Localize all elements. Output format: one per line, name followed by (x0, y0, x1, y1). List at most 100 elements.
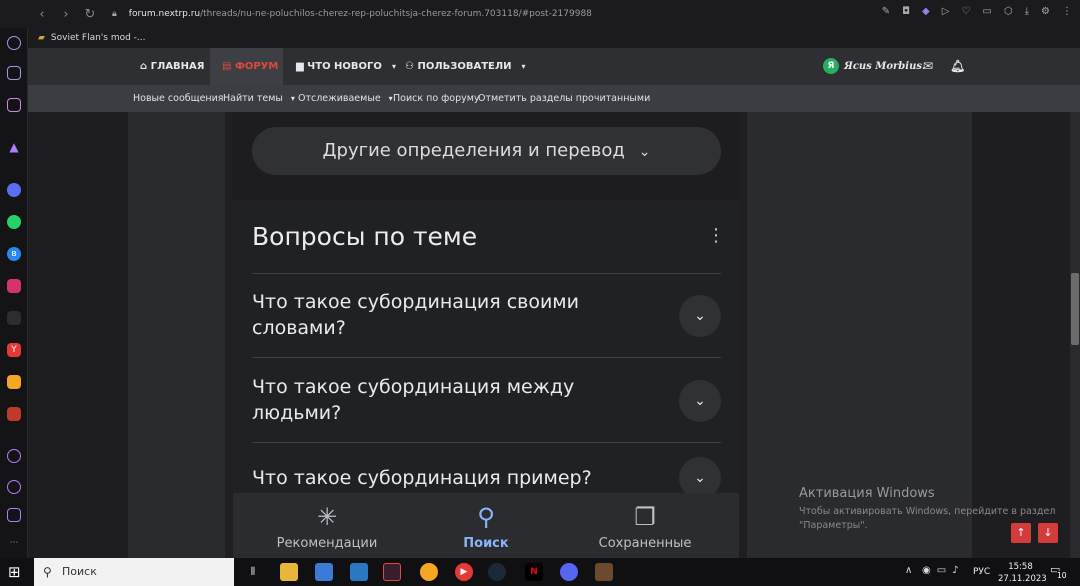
netflix-icon[interactable]: N (525, 563, 543, 581)
forum-icon: ▤ (222, 61, 235, 72)
nav-whats-new[interactable]: ▆ ЧТО НОВОГО ▾ (296, 48, 396, 85)
chevron-down-icon: ⌄ (638, 144, 651, 160)
other-definitions-button[interactable]: Другие определения и перевод ⌄ (252, 127, 721, 175)
chevron-down-icon[interactable]: ⌄ (679, 380, 721, 422)
heart-icon[interactable]: ♡ (961, 6, 970, 17)
nav-forum[interactable]: ▤ ФОРУМ (210, 48, 283, 85)
question-text: Что такое субординация между людьми? (252, 376, 575, 424)
nav-home[interactable]: ⌂ ГЛАВНАЯ (140, 48, 205, 85)
browser-app-icon[interactable] (383, 563, 401, 581)
search-icon: ⚲ (477, 503, 495, 531)
subnav-find-threads[interactable]: Найти темы ▾ (223, 85, 295, 112)
subnav-mark-read[interactable]: Отметить разделы прочитанными (478, 85, 650, 112)
camera-icon[interactable]: ◘ (902, 6, 910, 17)
users-icon: ⚇ (405, 61, 418, 72)
forum-header: ⌂ ГЛАВНАЯ ▤ ФОРУМ ▆ ЧТО НОВОГО ▾ ⚇ ПОЛЬЗО… (28, 48, 1080, 85)
chevron-down-icon: ▾ (290, 94, 295, 103)
more-icon[interactable]: ⋯ (7, 536, 21, 550)
gallery-icon[interactable] (7, 508, 21, 522)
forward-icon[interactable]: › (54, 7, 78, 22)
mail-app-icon[interactable] (350, 563, 368, 581)
speedometer-icon[interactable] (7, 36, 21, 50)
scroll-down-button[interactable]: ↓ (1038, 523, 1058, 543)
tray-chevron-icon[interactable]: ∧ (905, 565, 912, 576)
wallet-icon[interactable]: ▭ (982, 6, 991, 17)
definitions-row: Другие определения и перевод ⌄ (233, 112, 739, 200)
discord-icon[interactable] (7, 311, 21, 325)
chevron-down-icon: ▾ (521, 62, 526, 71)
home-icon: ⌂ (140, 61, 151, 72)
sidebar-rail: ▲ в Y ⋯ (0, 28, 28, 558)
store-icon[interactable] (315, 563, 333, 581)
question-text: Что такое субординация своими словами? (252, 291, 579, 339)
page-margin (28, 112, 128, 558)
nav-recommendations[interactable]: ✳ Рекомендации (243, 493, 411, 558)
scrollbar-thumb[interactable] (1071, 273, 1079, 345)
player-icon[interactable] (7, 449, 21, 463)
steam-icon[interactable] (488, 563, 506, 581)
lock-icon: 🔒︎ (112, 9, 117, 19)
play-icon[interactable]: ▷ (942, 6, 950, 17)
browser-extensions: ✎ ◘ ◆ ▷ ♡ ▭ ⬡ ⤓ ⚙ ⋮ (882, 6, 1072, 17)
messenger-icon[interactable] (7, 183, 21, 197)
nav-search[interactable]: ⚲ Поиск (402, 493, 570, 558)
bookmarks-icon: ❐ (634, 503, 656, 531)
bag-icon[interactable] (7, 66, 21, 80)
yandex-icon[interactable]: Y (7, 343, 21, 357)
url-path: /threads/nu-ne-poluchilos-cherez-rep-pol… (200, 9, 592, 19)
apps-icon[interactable] (7, 407, 21, 421)
whatsapp-icon[interactable] (7, 215, 21, 229)
clock[interactable]: 15:58 27.11.2023 (998, 561, 1047, 585)
aria-icon[interactable]: ▲ (7, 140, 21, 154)
language-indicator[interactable]: РУС (973, 567, 990, 577)
reload-icon[interactable]: ↻ (78, 7, 102, 22)
username[interactable]: Ясиs Morbius. (844, 48, 925, 85)
question-item[interactable]: Что такое субординация между людьми? ⌄ (252, 357, 721, 442)
extension-icon[interactable] (7, 98, 21, 112)
bookmarks-bar: ▰ Soviet Flan's mod -... (28, 28, 1080, 48)
nav-users[interactable]: ⚇ ПОЛЬЗОВАТЕЛИ ▾ (405, 48, 526, 85)
yandex-browser-icon[interactable] (420, 563, 438, 581)
youtube-icon[interactable]: ▶ (455, 563, 473, 581)
vk-icon[interactable]: в (7, 247, 21, 261)
settings-icon[interactable]: ⚙ (1041, 6, 1050, 17)
forum-subnav: Новые сообщения Найти темы ▾ Отслеживаемы… (28, 85, 1080, 112)
shop-icon[interactable] (7, 375, 21, 389)
download-icon[interactable]: ⤓ (1025, 6, 1029, 17)
back-icon[interactable]: ‹ (30, 7, 54, 22)
menu-icon[interactable]: ⋮ (1062, 6, 1072, 17)
search-icon: ⚲ (43, 565, 52, 579)
url-domain: forum.nextrp.ru (128, 9, 201, 19)
comment-icon: ▆ (296, 61, 308, 72)
windows-start-icon[interactable]: ⊞ (8, 563, 26, 581)
chevron-down-icon[interactable]: ⌄ (679, 295, 721, 337)
game-icon[interactable] (595, 563, 613, 581)
nav-saved[interactable]: ❐ Сохраненные (561, 493, 729, 558)
task-view-icon[interactable]: ⫼ (244, 563, 262, 581)
instagram-icon[interactable] (7, 279, 21, 293)
more-vert-icon[interactable]: ⋮ (707, 225, 725, 246)
subnav-new-posts[interactable]: Новые сообщения (133, 85, 224, 112)
vpn-icon[interactable]: ◆ (922, 6, 930, 17)
address-bar[interactable]: 🔒︎ forum.nextrp.ru /threads/nu-ne-poluch… (112, 4, 862, 24)
explorer-icon[interactable] (280, 563, 298, 581)
question-text: Что такое субординация пример? (252, 467, 592, 489)
mail-icon[interactable]: ✉ (923, 48, 933, 85)
cube-icon[interactable]: ⬡ (1004, 6, 1013, 17)
discord-app-icon[interactable] (560, 563, 578, 581)
bell-icon[interactable]: 🔔︎ (950, 48, 965, 85)
notification-count: 10 (1057, 571, 1067, 580)
subnav-watched[interactable]: Отслеживаемые ▾ (298, 85, 393, 112)
section-title: Вопросы по теме (252, 222, 478, 251)
subnav-search[interactable]: Поиск по форуму (393, 85, 480, 112)
asterisk-icon: ✳ (316, 503, 338, 531)
avatar[interactable]: Я (823, 58, 839, 74)
scroll-up-button[interactable]: ↑ (1011, 523, 1031, 543)
bottom-navigation: ✳ Рекомендации ⚲ Поиск ❐ Сохраненные (233, 493, 739, 558)
taskbar-search[interactable]: ⚲ Поиск (34, 558, 234, 586)
clock-icon[interactable] (7, 480, 21, 494)
question-item[interactable]: Что такое субординация своими словами? ⌄ (252, 273, 721, 357)
edit-icon[interactable]: ✎ (882, 6, 890, 17)
bookmark-item[interactable]: Soviet Flan's mod -... (51, 33, 146, 43)
tray-icons[interactable]: ◉▭♪ (922, 565, 965, 576)
